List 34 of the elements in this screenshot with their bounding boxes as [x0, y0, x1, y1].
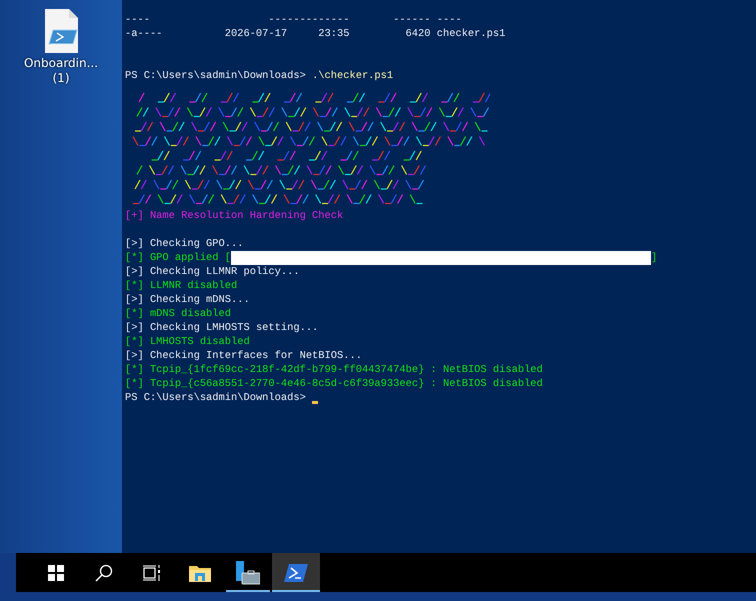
file-last-write-time: 2026-07-17 23:35 — [224, 28, 350, 40]
search-icon — [95, 564, 113, 582]
output-line: [>] Checking LLMNR policy... — [125, 265, 300, 279]
folder-icon — [189, 564, 211, 582]
command-text: .\checker.ps1 — [312, 69, 394, 83]
bracket-text: ] — [651, 251, 658, 265]
taskbar-button[interactable] — [272, 553, 320, 592]
powershell-icon — [284, 564, 308, 582]
file-name: ---- — [436, 14, 462, 26]
output-line: [*] GPO applied [ — [125, 251, 232, 265]
file-last-write-time: ------------- — [268, 14, 350, 26]
script-file-icon[interactable] — [43, 8, 79, 54]
output-line: [>] Checking Interfaces for NetBIOS... — [125, 349, 362, 363]
file-mode: ---- — [125, 14, 150, 26]
output-line: [*] Tcpip_{c56a8551-2770-4e46-8c5d-c6f39a933eec} : NetBIOS disabled — [125, 377, 543, 391]
desktop-icon-label: Onboardin... (1) — [22, 56, 100, 86]
text-cursor — [312, 400, 318, 404]
output-line: [*] LMHOSTS disabled — [125, 335, 250, 349]
output-line: [*] LLMNR disabled — [125, 279, 238, 293]
shell-prompt: PS C:\Users\sadmin\Downloads> — [125, 69, 306, 83]
section-title: [+] Name Resolution Hardening Check — [125, 209, 344, 223]
file-length: 6420 — [406, 28, 430, 40]
output-line: [>] Checking LMHOSTS setting... — [125, 321, 318, 335]
output-line: [*] mDNS disabled — [125, 307, 232, 321]
windows-logo-icon — [48, 564, 64, 580]
output-line: [*] Tcpip_{1fcf69cc-218f-42df-b799-ff04437474be} : NetBIOS disabled — [125, 363, 543, 377]
shell-prompt: PS C:\Users\sadmin\Downloads> — [125, 391, 306, 405]
file-length: ------ — [393, 14, 430, 26]
file-mode: -a---- — [125, 28, 162, 40]
file-name: checker.ps1 — [436, 28, 506, 40]
output-line: [>] Checking mDNS... — [125, 293, 250, 307]
task-view-icon — [143, 564, 161, 580]
output-line: [>] Checking GPO... — [125, 237, 244, 251]
server-briefcase-icon — [236, 560, 260, 584]
